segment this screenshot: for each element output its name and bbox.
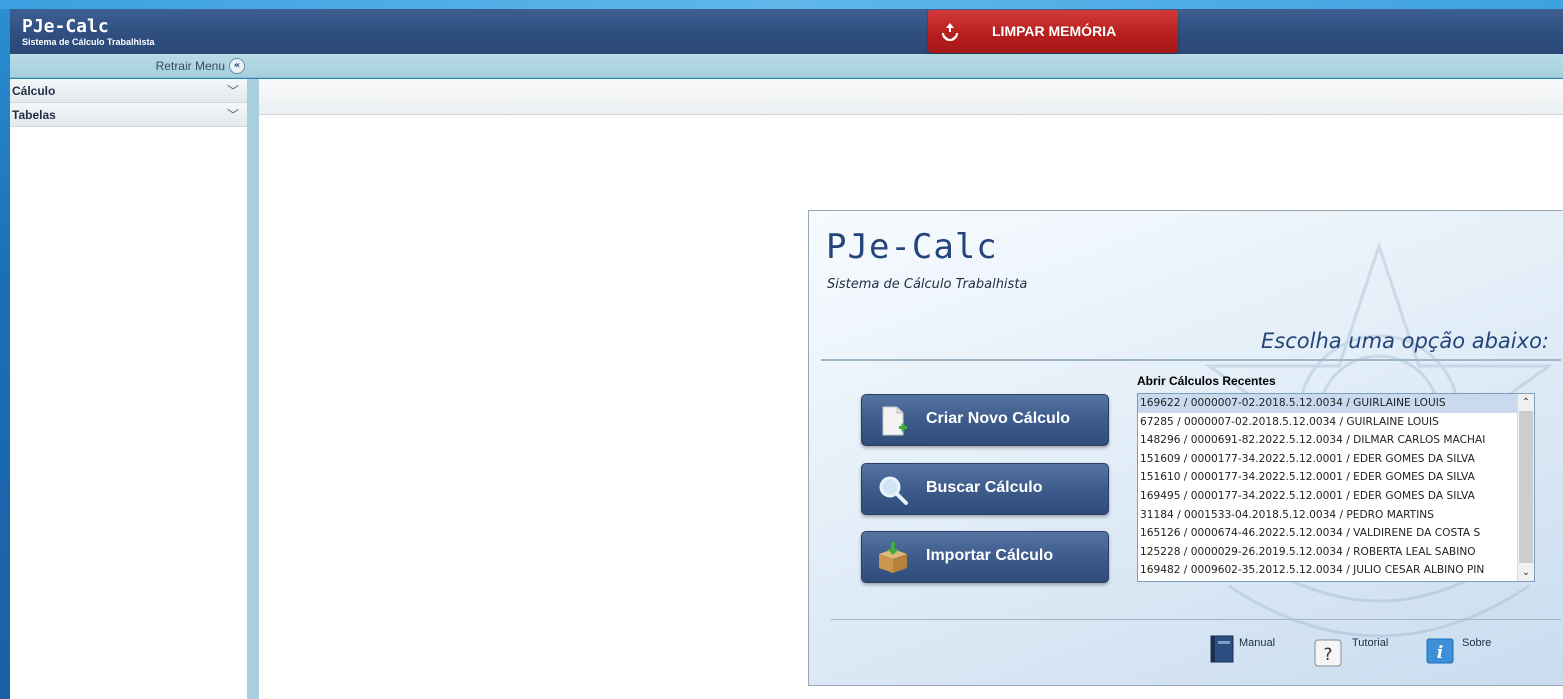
list-item[interactable]: 67285 / 0000007-02.2018.5.12.0034 / GUIR… xyxy=(1138,413,1518,432)
recycle-icon xyxy=(941,23,959,41)
chevron-down-icon[interactable]: ⌄ xyxy=(1518,564,1534,581)
divider xyxy=(831,619,1561,620)
content-toolbar xyxy=(259,79,1563,115)
welcome-panel: PJe-Calc Sistema de Cálculo Trabalhista … xyxy=(808,210,1563,686)
import-box-icon xyxy=(879,542,907,573)
panel-title: PJe-Calc xyxy=(826,227,998,267)
search-calculation-button[interactable]: Buscar Cálculo xyxy=(861,463,1109,515)
info-icon: i xyxy=(1426,638,1454,664)
scrollbar-thumb[interactable] xyxy=(1519,411,1533,563)
manual-label: Manual xyxy=(1239,637,1276,649)
list-item[interactable]: 125228 / 0000029-26.2019.5.12.0034 / ROB… xyxy=(1138,543,1518,562)
import-calculation-button[interactable]: Importar Cálculo xyxy=(861,531,1109,583)
clear-memory-button[interactable]: LIMPAR MEMÓRIA xyxy=(928,10,1178,53)
recent-calculations-heading: Abrir Cálculos Recentes xyxy=(1137,374,1276,388)
panel-subtitle: Sistema de Cálculo Trabalhista xyxy=(827,277,1028,292)
tutorial-label: Tutorial xyxy=(1352,637,1389,649)
question-icon: ? xyxy=(1314,639,1342,667)
chevron-down-icon: ﹀ xyxy=(226,84,239,98)
clear-memory-label: LIMPAR MEMÓRIA xyxy=(992,23,1117,39)
list-item[interactable]: 151609 / 0000177-34.2022.5.12.0001 / EDE… xyxy=(1138,450,1518,469)
retract-menu-label: Retrair Menu xyxy=(155,59,225,73)
double-chevron-left-icon[interactable]: « xyxy=(229,58,245,74)
list-item[interactable]: 169482 / 0009602-35.2012.5.12.0034 / JUL… xyxy=(1138,561,1518,580)
about-link[interactable]: i Sobre xyxy=(1426,635,1516,665)
sidebar-item-label: Tabelas xyxy=(12,108,56,122)
book-icon xyxy=(1210,635,1234,663)
sidebar-item-calculo[interactable]: Cálculo ﹀ xyxy=(10,79,247,103)
sidebar-item-label: Cálculo xyxy=(12,84,56,98)
list-item[interactable]: 31184 / 0001533-04.2018.5.12.0034 / PEDR… xyxy=(1138,506,1518,525)
list-item[interactable]: 148296 / 0000691-82.2022.5.12.0034 / DIL… xyxy=(1138,431,1518,450)
sidebar: Cálculo ﹀ Tabelas ﹀ xyxy=(10,79,247,699)
app-subtitle: Sistema de Cálculo Trabalhista xyxy=(22,37,155,47)
list-item[interactable]: 151610 / 0000177-34.2022.5.12.0001 / EDE… xyxy=(1138,468,1518,487)
brand-logo: PJe-Calc Sistema de Cálculo Trabalhista xyxy=(22,17,155,48)
divider xyxy=(821,359,1561,361)
action-label: Criar Novo Cálculo xyxy=(926,410,1071,427)
window-top-edge xyxy=(0,0,1563,9)
action-label: Importar Cálculo xyxy=(926,547,1054,564)
chevron-up-icon[interactable]: ⌃ xyxy=(1518,394,1534,411)
list-scrollbar[interactable]: ⌃ ⌄ xyxy=(1517,394,1534,581)
sidebar-splitter[interactable] xyxy=(247,79,259,699)
about-label: Sobre xyxy=(1462,637,1492,649)
app-header: PJe-Calc Sistema de Cálculo Trabalhista … xyxy=(10,9,1563,54)
tutorial-link[interactable]: ? Tutorial xyxy=(1314,635,1414,667)
menu-toolbar: Retrair Menu « xyxy=(10,54,1563,78)
magnifier-icon xyxy=(879,476,908,505)
sidebar-item-tabelas[interactable]: Tabelas ﹀ xyxy=(10,103,247,127)
action-label: Buscar Cálculo xyxy=(926,479,1043,496)
retract-menu-control[interactable]: Retrair Menu « xyxy=(10,54,247,78)
list-item[interactable]: 169495 / 0000177-34.2022.5.12.0001 / EDE… xyxy=(1138,487,1518,506)
new-calculation-button[interactable]: Criar Novo Cálculo xyxy=(861,394,1109,446)
svg-text:i: i xyxy=(1437,643,1443,663)
list-item[interactable]: 169622 / 0000007-02.2018.5.12.0034 / GUI… xyxy=(1138,394,1518,413)
app-title: PJe-Calc xyxy=(22,16,109,37)
new-document-icon xyxy=(882,406,907,436)
recent-calculations-list[interactable]: 169622 / 0000007-02.2018.5.12.0034 / GUI… xyxy=(1137,393,1535,582)
chevron-down-icon: ﹀ xyxy=(226,108,239,122)
svg-text:?: ? xyxy=(1323,645,1332,665)
manual-link[interactable]: Manual xyxy=(1209,635,1299,665)
choose-option-heading: Escolha uma opção abaixo: xyxy=(1261,329,1549,353)
list-item[interactable]: 165126 / 0000674-46.2022.5.12.0034 / VAL… xyxy=(1138,524,1518,543)
